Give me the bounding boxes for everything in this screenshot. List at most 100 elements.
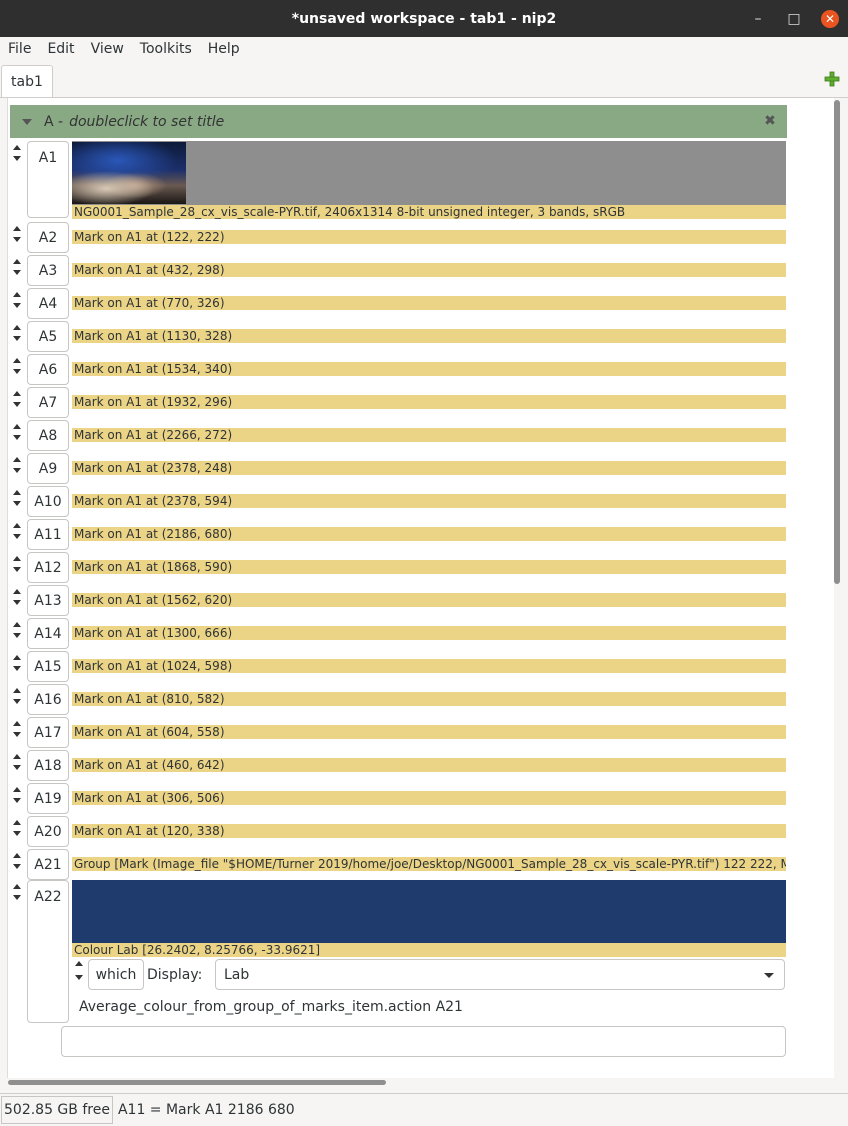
row-name-button[interactable]: A14	[27, 618, 69, 649]
down-arrow-icon[interactable]	[13, 156, 21, 161]
down-arrow-icon[interactable]	[13, 765, 21, 770]
row-reorder-arrows[interactable]	[12, 323, 24, 341]
down-arrow-icon[interactable]	[13, 468, 21, 473]
down-arrow-icon[interactable]	[13, 534, 21, 539]
up-arrow-icon[interactable]	[13, 424, 21, 429]
down-arrow-icon[interactable]	[13, 798, 21, 803]
row-name-button[interactable]: A15	[27, 651, 69, 682]
row-name-button[interactable]: A16	[27, 684, 69, 715]
row-name-button[interactable]: A18	[27, 750, 69, 781]
which-button[interactable]: which	[88, 959, 144, 990]
row-reorder-arrows[interactable]	[12, 488, 24, 506]
row-reorder-arrows[interactable]	[12, 653, 24, 671]
up-arrow-icon[interactable]	[13, 523, 21, 528]
down-arrow-icon[interactable]	[75, 975, 83, 980]
row-reorder-arrows[interactable]	[12, 422, 24, 440]
up-arrow-icon[interactable]	[13, 556, 21, 561]
row-name-button[interactable]: A4	[27, 288, 69, 319]
row-name-button[interactable]: A11	[27, 519, 69, 550]
row-name-button[interactable]: A12	[27, 552, 69, 583]
menu-toolkits[interactable]: Toolkits	[132, 41, 200, 57]
down-arrow-icon[interactable]	[13, 237, 21, 242]
up-arrow-icon[interactable]	[13, 490, 21, 495]
up-arrow-icon[interactable]	[13, 226, 21, 231]
menu-edit[interactable]: Edit	[39, 41, 82, 57]
down-arrow-icon[interactable]	[13, 864, 21, 869]
down-arrow-icon[interactable]	[13, 600, 21, 605]
row-reorder-arrows[interactable]	[12, 290, 24, 308]
row-name-button[interactable]: A21	[27, 849, 69, 880]
colour-swatch[interactable]	[72, 880, 786, 944]
row-name-button[interactable]: A8	[27, 420, 69, 451]
up-arrow-icon[interactable]	[13, 292, 21, 297]
row-reorder-arrows[interactable]	[12, 455, 24, 473]
down-arrow-icon[interactable]	[13, 895, 21, 900]
up-arrow-icon[interactable]	[13, 358, 21, 363]
row-reorder-arrows[interactable]	[12, 719, 24, 737]
up-arrow-icon[interactable]	[13, 853, 21, 858]
row-reorder-arrows[interactable]	[12, 389, 24, 407]
row-reorder-arrows[interactable]	[12, 686, 24, 704]
row-reorder-arrows[interactable]	[12, 818, 24, 836]
down-arrow-icon[interactable]	[13, 699, 21, 704]
row-name-button[interactable]: A13	[27, 585, 69, 616]
column-header[interactable]: A - doubleclick to set title ✖	[10, 105, 787, 138]
up-arrow-icon[interactable]	[13, 622, 21, 627]
row-name-button[interactable]: A17	[27, 717, 69, 748]
menu-help[interactable]: Help	[200, 41, 248, 57]
down-arrow-icon[interactable]	[13, 336, 21, 341]
up-arrow-icon[interactable]	[13, 259, 21, 264]
add-tab-icon[interactable]	[824, 71, 840, 87]
horizontal-scrollbar[interactable]	[8, 1080, 386, 1085]
row-name-button[interactable]: A1	[27, 141, 69, 218]
up-arrow-icon[interactable]	[13, 884, 21, 889]
minimize-button[interactable]: –	[740, 0, 776, 37]
menu-file[interactable]: File	[0, 41, 39, 57]
row-reorder-arrows[interactable]	[12, 257, 24, 275]
row-reorder-arrows[interactable]	[12, 554, 24, 572]
row-reorder-arrows[interactable]	[12, 752, 24, 770]
row-name-button[interactable]: A2	[27, 222, 69, 253]
row-name-button[interactable]: A10	[27, 486, 69, 517]
up-arrow-icon[interactable]	[13, 820, 21, 825]
down-arrow-icon[interactable]	[13, 303, 21, 308]
row-name-button[interactable]: A20	[27, 816, 69, 847]
row-reorder-arrows[interactable]	[12, 521, 24, 539]
down-arrow-icon[interactable]	[13, 435, 21, 440]
down-arrow-icon[interactable]	[13, 567, 21, 572]
row-reorder-arrows[interactable]	[12, 587, 24, 605]
row-reorder-arrows[interactable]	[12, 785, 24, 803]
row-reorder-arrows[interactable]	[12, 356, 24, 374]
row-name-button[interactable]: A9	[27, 453, 69, 484]
up-arrow-icon[interactable]	[13, 754, 21, 759]
which-reorder-arrows[interactable]	[75, 961, 83, 980]
close-window-button[interactable]: ✕	[812, 0, 848, 37]
row-reorder-arrows[interactable]	[12, 143, 24, 161]
maximize-button[interactable]: □	[776, 0, 812, 37]
row-reorder-arrows[interactable]	[12, 882, 24, 900]
down-arrow-icon[interactable]	[13, 270, 21, 275]
row-reorder-arrows[interactable]	[12, 851, 24, 869]
up-arrow-icon[interactable]	[13, 457, 21, 462]
down-arrow-icon[interactable]	[13, 831, 21, 836]
down-arrow-icon[interactable]	[13, 732, 21, 737]
close-column-icon[interactable]: ✖	[763, 114, 777, 128]
up-arrow-icon[interactable]	[13, 145, 21, 150]
up-arrow-icon[interactable]	[13, 655, 21, 660]
row-name-button[interactable]: A19	[27, 783, 69, 814]
up-arrow-icon[interactable]	[13, 589, 21, 594]
up-arrow-icon[interactable]	[13, 391, 21, 396]
collapse-icon[interactable]	[22, 118, 32, 125]
row-reorder-arrows[interactable]	[12, 224, 24, 242]
formula-entry-field[interactable]	[61, 1026, 786, 1057]
down-arrow-icon[interactable]	[13, 633, 21, 638]
image-thumbnail[interactable]	[72, 142, 186, 204]
down-arrow-icon[interactable]	[13, 369, 21, 374]
down-arrow-icon[interactable]	[13, 501, 21, 506]
up-arrow-icon[interactable]	[13, 787, 21, 792]
up-arrow-icon[interactable]	[13, 325, 21, 330]
tab-tab1[interactable]: tab1	[1, 65, 53, 97]
down-arrow-icon[interactable]	[13, 402, 21, 407]
vertical-scrollbar[interactable]	[834, 100, 840, 584]
row-name-button[interactable]: A22	[27, 880, 69, 1023]
